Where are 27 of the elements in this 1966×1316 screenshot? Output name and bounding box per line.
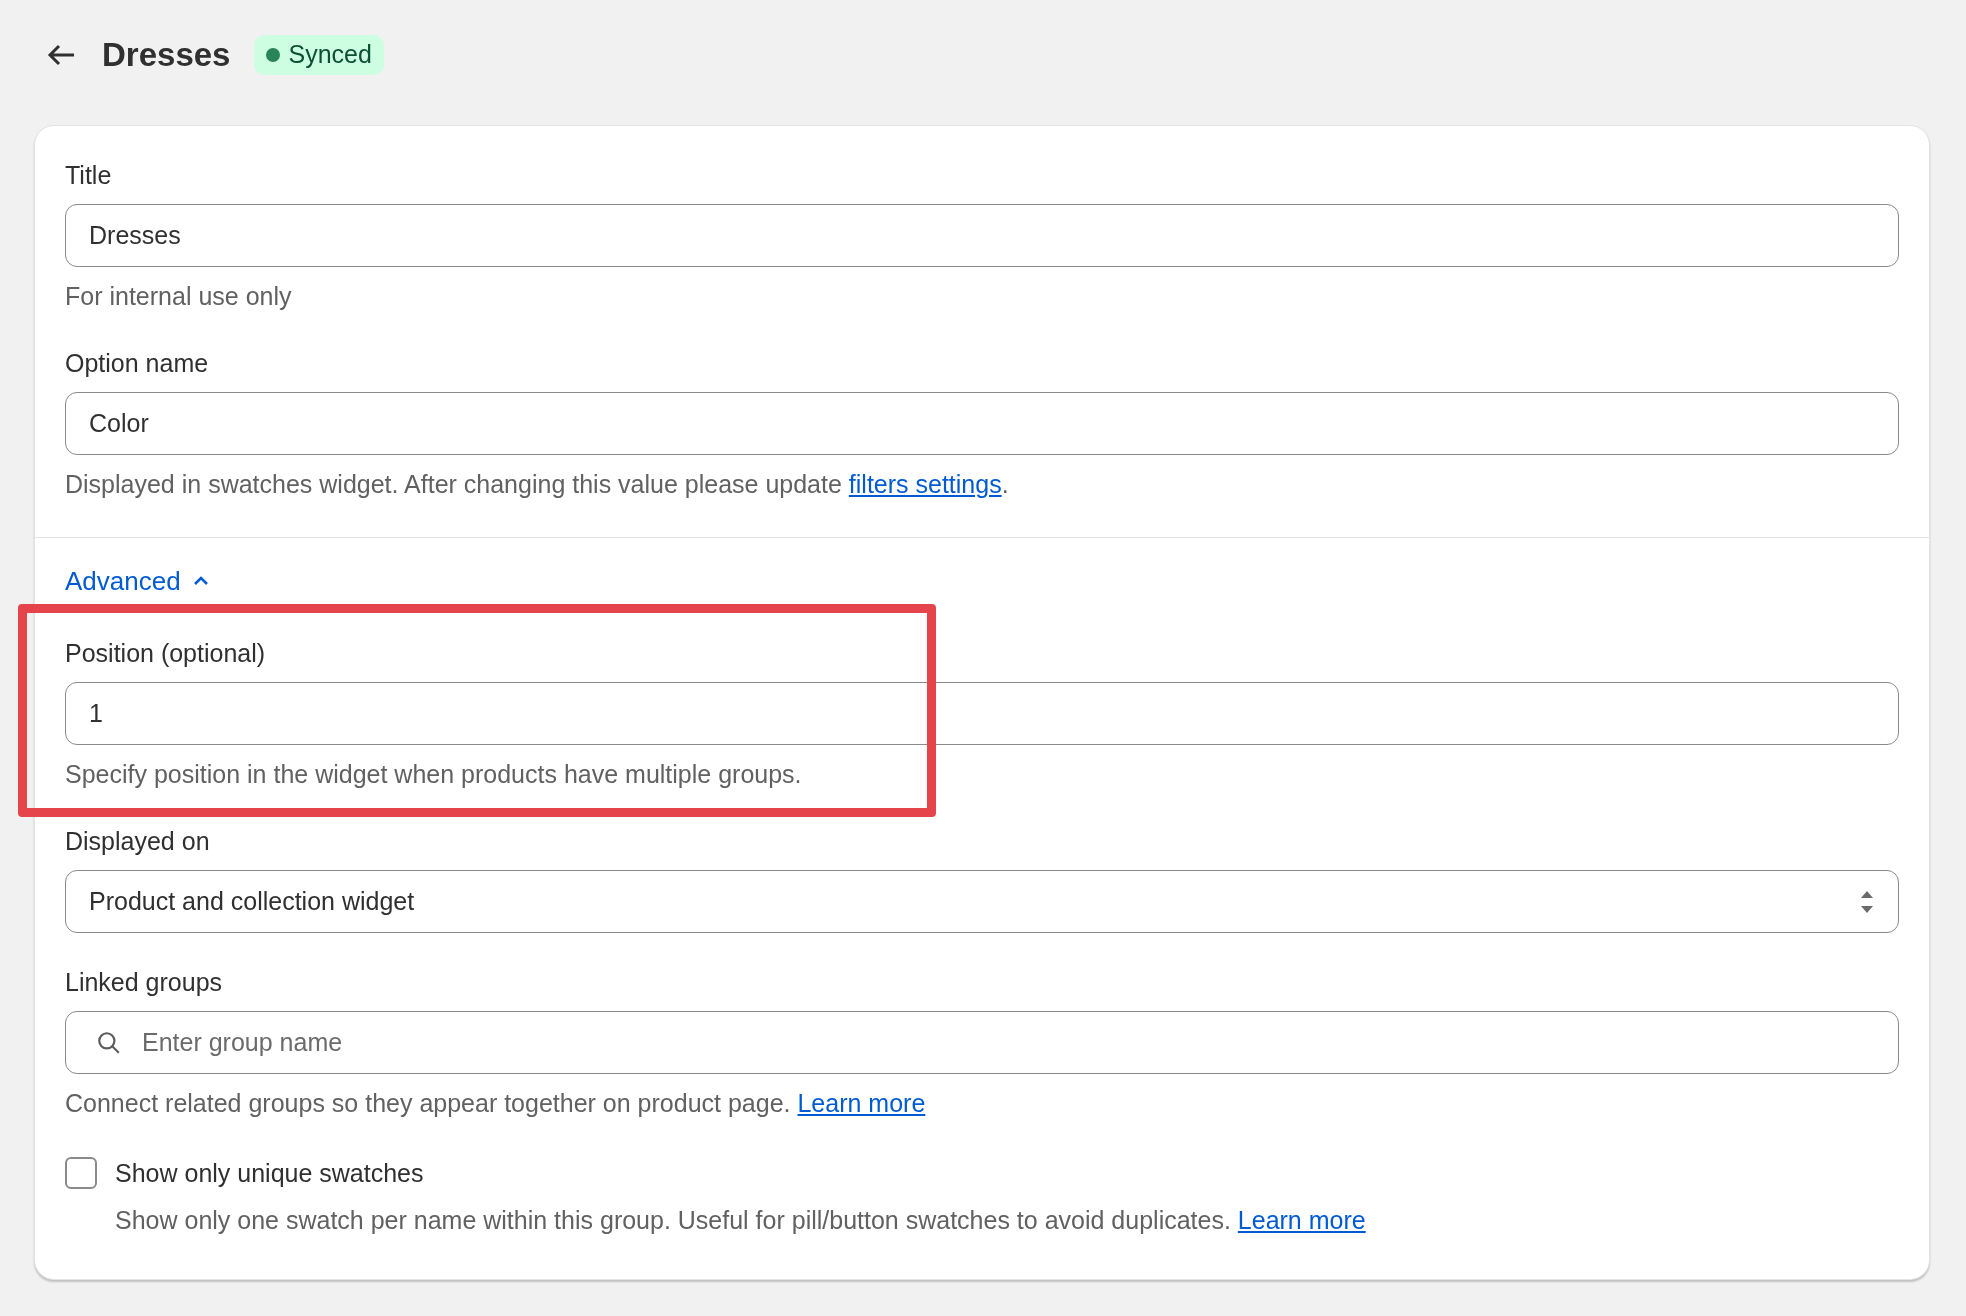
help-link[interactable]: Learn more <box>1237 1206 1366 1234</box>
text-field[interactable]: 1 <box>65 682 1899 745</box>
help-text: Specify position in the widget when products have multiple groups. <box>65 759 803 789</box>
text-field[interactable]: Dresses <box>65 204 1899 267</box>
field-label: Title <box>65 160 113 190</box>
search-icon <box>96 1029 122 1056</box>
help-text: Show only one swatch per name within this group. Useful for pill/button swatches to avoid duplicates. Learn more <box>115 1205 1366 1235</box>
text-field[interactable]: Color <box>65 392 1899 455</box>
search-input[interactable]: Enter group name <box>142 1023 1868 1062</box>
help-text: Displayed in swatches widget. After changing this value please update filters settings. <box>65 469 1010 499</box>
help-link[interactable]: filters settings <box>848 470 1002 498</box>
field-label: Option name <box>65 348 210 378</box>
status-badge: Synced <box>254 35 384 75</box>
field-label: Linked groups <box>65 967 224 997</box>
search-field[interactable]: Enter group name <box>65 1011 1899 1074</box>
advanced-toggle[interactable]: Advanced <box>65 566 209 596</box>
help-text: Connect related groups so they appear together on product page. Learn more <box>65 1088 927 1118</box>
page-title: Dresses <box>102 35 231 76</box>
checkbox-label: Show only unique swatches <box>115 1158 425 1189</box>
checkbox[interactable] <box>65 1157 97 1189</box>
help-text: For internal use only <box>65 281 293 311</box>
select-field[interactable]: Product and collection widget <box>65 870 1899 933</box>
help-link[interactable]: Learn more <box>797 1089 926 1117</box>
field-label: Position (optional) <box>65 638 267 668</box>
field-label: Displayed on <box>65 826 211 856</box>
chevron-icon <box>192 575 209 587</box>
back-arrow-icon <box>47 44 75 66</box>
